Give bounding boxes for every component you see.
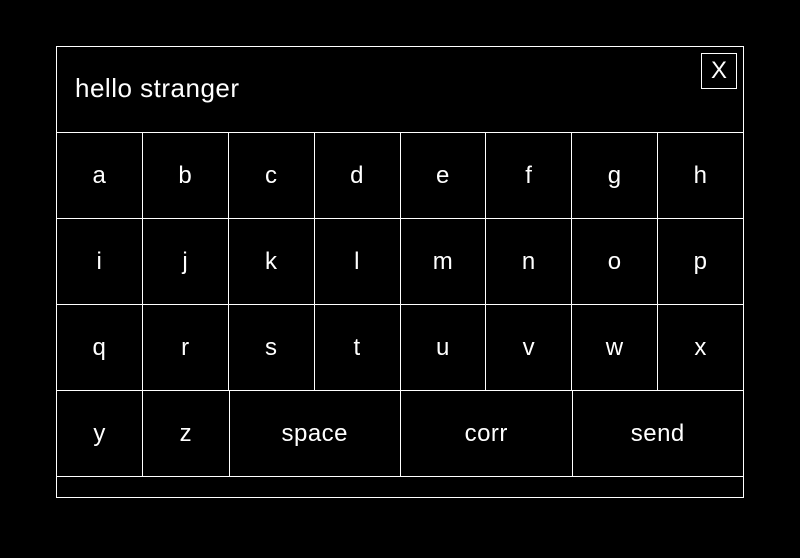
key-u[interactable]: u bbox=[401, 305, 487, 390]
keyboard-panel: hello stranger X a b c d e f g h i j k l… bbox=[56, 46, 744, 498]
key-f[interactable]: f bbox=[486, 133, 572, 218]
key-corr[interactable]: corr bbox=[401, 391, 573, 476]
key-h[interactable]: h bbox=[658, 133, 743, 218]
close-icon: X bbox=[711, 57, 727, 85]
keyboard-grid: a b c d e f g h i j k l m n o p q r s t … bbox=[57, 133, 743, 477]
key-b[interactable]: b bbox=[143, 133, 229, 218]
key-i[interactable]: i bbox=[57, 219, 143, 304]
key-space[interactable]: space bbox=[230, 391, 402, 476]
display-row: hello stranger X bbox=[57, 47, 743, 133]
key-a[interactable]: a bbox=[57, 133, 143, 218]
key-w[interactable]: w bbox=[572, 305, 658, 390]
key-row-1: a b c d e f g h bbox=[57, 133, 743, 219]
key-z[interactable]: z bbox=[143, 391, 229, 476]
key-s[interactable]: s bbox=[229, 305, 315, 390]
key-q[interactable]: q bbox=[57, 305, 143, 390]
key-d[interactable]: d bbox=[315, 133, 401, 218]
key-r[interactable]: r bbox=[143, 305, 229, 390]
close-button[interactable]: X bbox=[701, 53, 737, 89]
key-l[interactable]: l bbox=[315, 219, 401, 304]
key-p[interactable]: p bbox=[658, 219, 743, 304]
key-x[interactable]: x bbox=[658, 305, 743, 390]
display-text: hello stranger bbox=[75, 73, 240, 104]
key-row-3: q r s t u v w x bbox=[57, 305, 743, 391]
key-k[interactable]: k bbox=[229, 219, 315, 304]
key-n[interactable]: n bbox=[486, 219, 572, 304]
key-m[interactable]: m bbox=[401, 219, 487, 304]
key-v[interactable]: v bbox=[486, 305, 572, 390]
key-t[interactable]: t bbox=[315, 305, 401, 390]
key-row-4: y z space corr send bbox=[57, 391, 743, 477]
key-c[interactable]: c bbox=[229, 133, 315, 218]
key-row-2: i j k l m n o p bbox=[57, 219, 743, 305]
key-j[interactable]: j bbox=[143, 219, 229, 304]
key-g[interactable]: g bbox=[572, 133, 658, 218]
bottom-strip bbox=[57, 477, 743, 497]
key-y[interactable]: y bbox=[57, 391, 143, 476]
key-o[interactable]: o bbox=[572, 219, 658, 304]
key-send[interactable]: send bbox=[573, 391, 744, 476]
key-e[interactable]: e bbox=[401, 133, 487, 218]
